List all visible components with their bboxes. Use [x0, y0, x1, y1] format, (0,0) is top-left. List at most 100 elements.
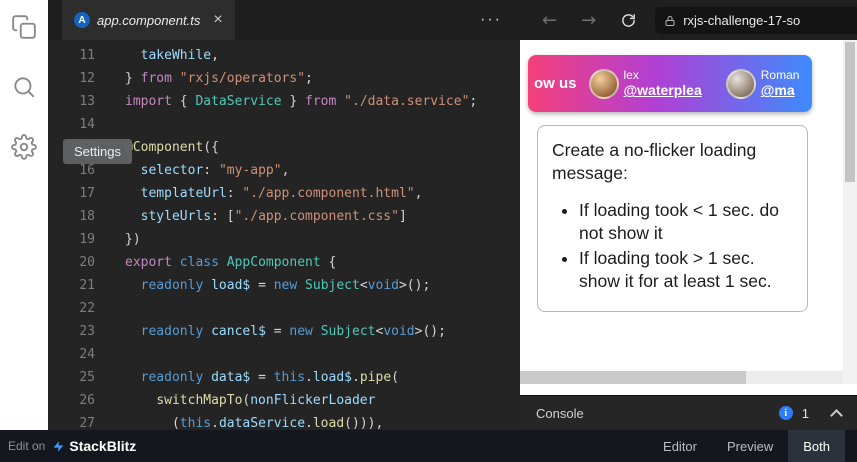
edit-on-label: Edit on — [8, 439, 46, 453]
forward-icon[interactable]: → — [581, 10, 596, 31]
banner-person: Roman @ma — [725, 67, 800, 99]
line-number: 21 — [79, 278, 95, 293]
stackblitz-app: Settings A app.component.ts × ··· ← → rx… — [0, 0, 857, 462]
task-title: Create a no-flicker loading message: — [552, 140, 757, 184]
preview-pane: ow us lex @waterplea Roman @ma Create a no-… — [520, 40, 857, 395]
task-card: Create a no-flicker loading message: If … — [537, 125, 808, 312]
info-icon: i — [778, 406, 793, 420]
line-number: 23 — [79, 324, 95, 339]
refresh-icon[interactable] — [620, 12, 637, 29]
code-editor[interactable]: 11 takeWhile, 12} from "rxjs/operators"; 1… — [48, 40, 520, 430]
avatar — [588, 68, 619, 99]
horizontal-scrollbar[interactable] — [520, 371, 843, 384]
code-line[interactable]: 18 styleUrls: ["./app.component.css"] — [48, 205, 520, 228]
horizontal-scrollbar-thumb[interactable] — [520, 371, 747, 384]
close-tab-icon[interactable]: × — [213, 12, 222, 28]
code-line[interactable]: 13 import { DataService } from "./data.se… — [48, 90, 520, 113]
stackblitz-brand[interactable]: StackBlitz — [69, 438, 136, 454]
view-mode-switcher: Editor Preview Both — [648, 430, 845, 462]
mode-button-editor[interactable]: Editor — [648, 430, 712, 462]
line-number: 22 — [79, 301, 95, 316]
url-text: rxjs-challenge-17-so — [683, 12, 801, 28]
code-line[interactable]: 14 — [48, 113, 520, 136]
console-controls: i 1 — [778, 405, 843, 422]
task-list: If loading took < 1 sec. do not show itI… — [552, 199, 793, 294]
code-text: import { DataService } from "./data.serv… — [125, 94, 478, 109]
line-number: 12 — [79, 71, 95, 86]
vertical-scrollbar[interactable] — [843, 40, 857, 384]
avatar — [725, 68, 756, 99]
code-line[interactable]: 21 readonly load$ = new Subject<void>(); — [48, 274, 520, 297]
stackblitz-bolt-icon — [52, 438, 65, 455]
line-number: 27 — [79, 416, 95, 430]
line-number: 26 — [79, 393, 95, 408]
follow-banner: ow us lex @waterplea Roman @ma — [528, 55, 812, 112]
mode-button-preview[interactable]: Preview — [712, 430, 788, 462]
code-text: takeWhile, — [140, 48, 219, 63]
console-panel: Console i 1 — [520, 395, 857, 430]
code-line[interactable]: 22 — [48, 297, 520, 320]
lock-icon — [664, 14, 676, 26]
banner-people: lex @waterplea Roman @ma — [588, 67, 800, 99]
chevron-up-icon[interactable] — [830, 408, 843, 422]
line-number: 13 — [79, 94, 95, 109]
code-text: export class AppComponent { — [125, 255, 337, 270]
code-line[interactable]: 26 switchMapTo(nonFlickerLoader — [48, 389, 520, 412]
task-bullet: If loading took > 1 sec. show it for at … — [579, 247, 793, 294]
line-number: 19 — [79, 232, 95, 247]
tab-strip: A app.component.ts × ··· — [48, 0, 520, 40]
code-text: switchMapTo(nonFlickerLoader — [156, 393, 376, 408]
line-number: 25 — [79, 370, 95, 385]
back-icon[interactable]: ← — [542, 10, 557, 31]
person-handle-link[interactable]: @ma — [761, 82, 800, 98]
line-number: 17 — [79, 186, 95, 201]
code-line[interactable]: 11 takeWhile, — [48, 44, 520, 67]
code-text: }) — [125, 232, 141, 247]
code-line[interactable]: 25 readonly data$ = this.load$.pipe( — [48, 366, 520, 389]
url-bar[interactable]: rxjs-challenge-17-so — [655, 6, 857, 34]
code-line[interactable]: 19}) — [48, 228, 520, 251]
code-line[interactable]: 27 (this.dataService.load())), — [48, 412, 520, 430]
preview-nav: ← → rxjs-challenge-17-so — [520, 0, 857, 40]
line-number: 20 — [79, 255, 95, 270]
line-number: 11 — [79, 48, 95, 63]
code-text: readonly cancel$ = new Subject<void>(); — [140, 324, 446, 339]
task-bullet: If loading took < 1 sec. do not show it — [579, 199, 793, 246]
code-line[interactable]: 24 — [48, 343, 520, 366]
line-number: 14 — [79, 117, 95, 132]
mode-button-both[interactable]: Both — [788, 430, 845, 462]
person-handle-link[interactable]: @waterplea — [624, 82, 702, 98]
vertical-scrollbar-thumb[interactable] — [845, 42, 855, 182]
angular-file-icon: A — [74, 12, 90, 28]
code-text: templateUrl: "./app.component.html", — [140, 186, 423, 201]
status-bar: Edit on StackBlitz Editor Preview Both — [0, 430, 857, 462]
code-text: (this.dataService.load())), — [125, 416, 384, 430]
code-text: } from "rxjs/operators"; — [125, 71, 313, 86]
console-label[interactable]: Console — [536, 406, 584, 421]
settings-gear-icon[interactable] — [11, 134, 37, 160]
code-text: readonly load$ = new Subject<void>(); — [140, 278, 431, 293]
person-name: Roman — [760, 67, 800, 82]
settings-tooltip: Settings — [63, 139, 132, 164]
banner-person: lex @waterplea — [588, 67, 702, 99]
code-line[interactable]: 20 export class AppComponent { — [48, 251, 520, 274]
code-text: readonly data$ = this.load$.pipe( — [140, 370, 399, 385]
code-line[interactable]: 17 templateUrl: "./app.component.html", — [48, 182, 520, 205]
search-icon[interactable] — [11, 74, 37, 100]
more-actions-icon[interactable]: ··· — [480, 11, 502, 29]
tab-label: app.component.ts — [97, 12, 201, 28]
line-number: 24 — [79, 347, 95, 362]
files-icon[interactable] — [11, 14, 37, 40]
code-text: styleUrls: ["./app.component.css"] — [140, 209, 407, 224]
tab-app-component-ts[interactable]: A app.component.ts × — [62, 0, 235, 40]
code-line[interactable]: 12 } from "rxjs/operators"; — [48, 67, 520, 90]
activity-bar — [0, 0, 48, 430]
line-number: 18 — [79, 209, 95, 224]
code-line[interactable]: 23 readonly cancel$ = new Subject<void>(… — [48, 320, 520, 343]
follow-text: ow us — [534, 75, 577, 92]
person-name: lex — [623, 67, 639, 82]
console-message-count: 1 — [801, 405, 809, 421]
